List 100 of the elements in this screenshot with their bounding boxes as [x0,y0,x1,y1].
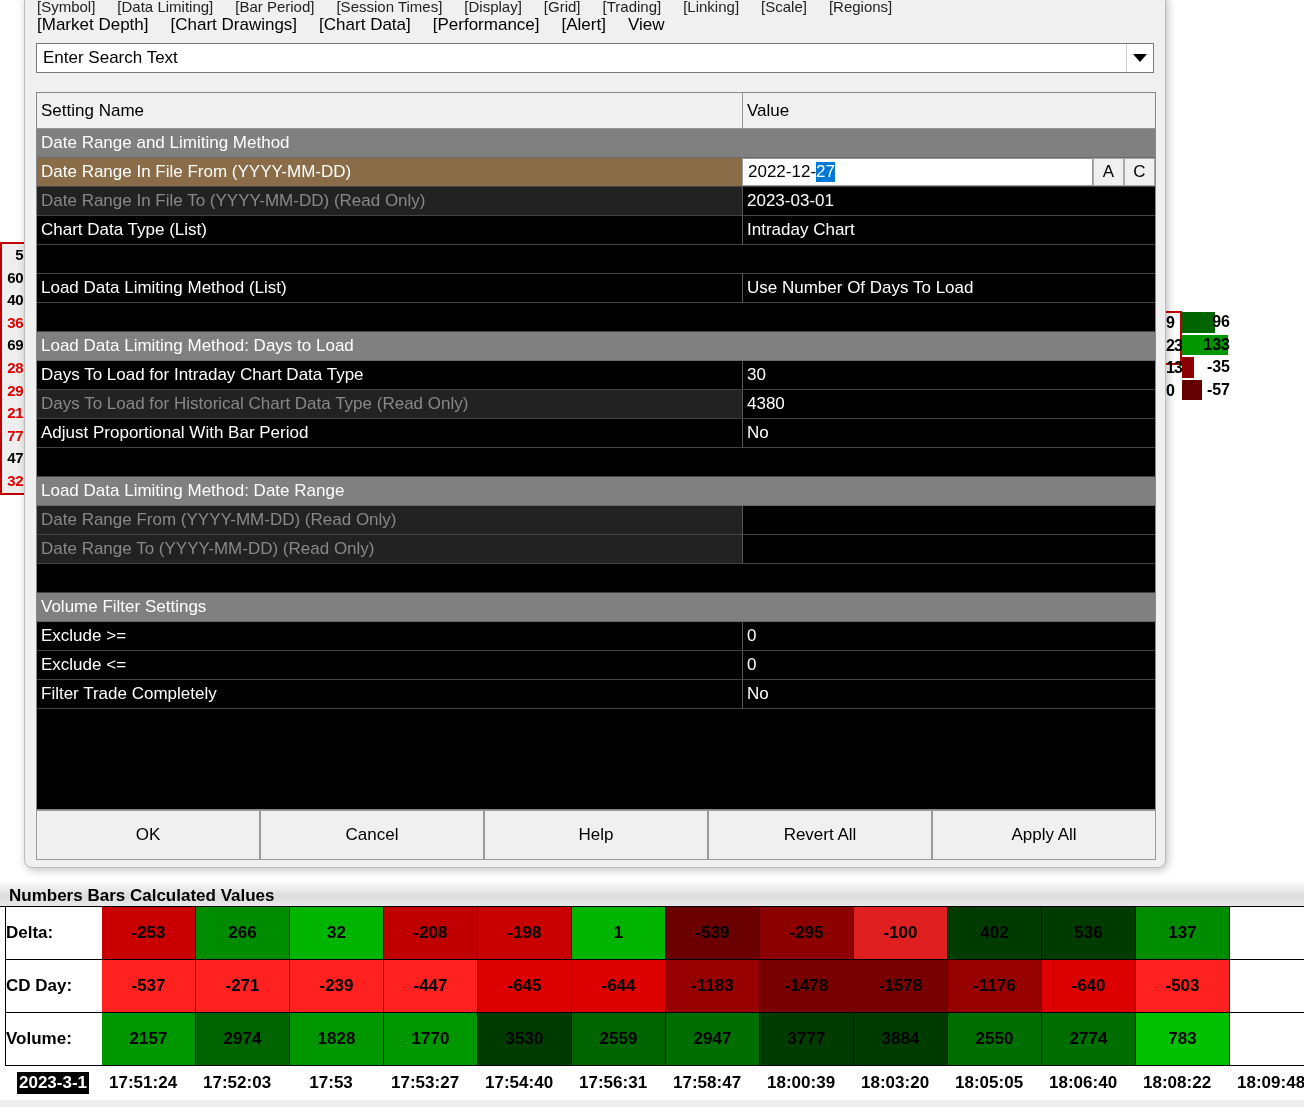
scale-number: 40 [7,290,24,311]
menu-tab[interactable]: [Scale] [761,0,807,15]
value-cell: -1176 [948,960,1042,1012]
scale-number: 47 [7,448,24,469]
time-label: 18:05:05 [954,1073,1025,1093]
value-cell: 3884 [854,1013,948,1065]
scale-number: 36 [7,312,24,333]
time-label: 18:00:39 [766,1073,837,1093]
panel-title: Numbers Bars Calculated Values [0,880,1304,907]
value-cell: 2550 [948,1013,1042,1065]
setting-value: 2023-03-01 [742,187,1155,215]
value-input[interactable]: 2022-12-27 [742,158,1093,186]
value-cell: -1478 [760,960,854,1012]
setting-name: Exclude >= [40,625,128,647]
value-cell: 536 [1042,907,1136,959]
menu-tab[interactable]: [Chart Drawings] [170,15,298,35]
dialog-button[interactable]: OK [36,810,260,860]
dialog-button[interactable]: Help [484,810,708,860]
value-cell: -208 [384,907,478,959]
setting-row[interactable]: Exclude <= 0 [37,651,1155,680]
value-cell: 3777 [760,1013,854,1065]
scale-number: 29 [7,380,24,401]
scale-number: 5 [15,245,24,265]
setting-value: 30 [742,361,1155,389]
dialog-button[interactable]: Cancel [260,810,484,860]
menu-tab[interactable]: [Session Times] [336,0,443,15]
value-cell: 783 [1136,1013,1230,1065]
row-label: Delta: [6,922,55,944]
setting-value: Intraday Chart [742,216,1155,244]
setting-row[interactable]: Date Range In File To (YYYY-MM-DD) (Read Only) 2023-03-01 [37,187,1155,216]
row-label: Volume: [6,1028,73,1050]
value-cell: 2974 [196,1013,290,1065]
value-cell: -100 [854,907,948,959]
menu-tab[interactable]: [Regions] [828,0,893,15]
time-label: 17:53:27 [390,1073,461,1093]
setting-row[interactable]: Exclude >= 0 [37,622,1155,651]
menu-tab[interactable]: [Performance] [432,15,540,35]
menu-tab[interactable]: [Market Depth] [37,15,149,35]
column-header[interactable]: Setting Name [37,93,742,128]
menu-tab[interactable]: [Grid] [543,0,581,15]
dropdown-icon[interactable] [1133,54,1147,62]
time-label: 17:54:40 [484,1073,555,1093]
setting-value: No [742,419,1155,447]
editor-button[interactable]: A [1093,158,1124,186]
time-label: 18:03:20 [860,1073,931,1093]
setting-value: Use Number Of Days To Load [742,274,1155,302]
menu-tab[interactable]: [Symbol] [37,0,96,15]
menu-tab[interactable]: [Display] [464,0,522,15]
setting-row[interactable]: Date Range To (YYYY-MM-DD) (Read Only) [37,535,1155,564]
setting-value: 0 [742,622,1155,650]
scale-number: 0 [1166,380,1176,401]
value-cell: -271 [196,960,290,1012]
time-label: 17:58:47 [672,1073,743,1093]
value-cell: 137 [1136,907,1230,959]
time-label: 17:51:24 [108,1073,179,1093]
menu-tab[interactable]: [Alert] [561,15,606,35]
value-cell: -1578 [854,960,948,1012]
value-cell: 2559 [572,1013,666,1065]
value-cell: -1183 [666,960,760,1012]
setting-row[interactable]: Date Range From (YYYY-MM-DD) (Read Only) [37,506,1155,535]
value-cell: -239 [290,960,384,1012]
scale-number: 77 [7,425,24,446]
dialog-button[interactable]: Revert All [708,810,932,860]
value-cell: -539 [666,907,760,959]
scale-number: 60 [7,267,24,288]
section-header[interactable]: Volume Filter Settings [37,593,207,621]
bar-value: -35 [1206,357,1230,377]
menu-tab[interactable]: [Chart Data] [319,15,411,35]
time-label: 18:09:48 [1236,1073,1304,1093]
setting-row[interactable]: Filter Trade Completely No [37,680,1155,709]
menu-tab[interactable]: View [627,15,665,35]
value-cell: 2774 [1042,1013,1136,1065]
menu-tab[interactable]: [Bar Period] [235,0,315,15]
value-cell: -295 [760,907,854,959]
column-header[interactable]: Value [742,93,1155,128]
value-cell: 1828 [290,1013,384,1065]
menu-tab[interactable]: [Trading] [602,0,662,15]
value-cell: 2157 [102,1013,196,1065]
value-cell: -198 [478,907,572,959]
setting-name: Date Range To (YYYY-MM-DD) (Read Only) [40,538,376,560]
setting-value: 4380 [742,390,1155,418]
value-cell: 1 [572,907,666,959]
menu-tab[interactable]: [Data Limiting] [117,0,214,15]
value-cell: 1770 [384,1013,478,1065]
setting-row[interactable]: Date Range In File From (YYYY-MM-DD) 2022-12-27 A C [37,158,1155,187]
setting-row[interactable]: Adjust Proportional With Bar Period No [37,419,1155,448]
value-cell: 32 [290,907,384,959]
editor-button[interactable]: C [1124,158,1155,186]
dialog-button[interactable]: Apply All [932,810,1156,860]
date-label: 2023-3-1 [17,1072,90,1094]
setting-name: Load Data Limiting Method (List) [40,277,288,299]
value-cell: 402 [948,907,1042,959]
menu-tab[interactable]: [Linking] [683,0,740,15]
setting-name: Date Range From (YYYY-MM-DD) (Read Only) [40,509,398,531]
setting-name: Adjust Proportional With Bar Period [40,422,310,444]
scale-number: 32 [7,470,24,491]
scale-number: 9 [1166,313,1176,333]
setting-row[interactable]: Load Data Limiting Method (List) Use Number Of Days To Load [37,274,1155,303]
setting-row[interactable]: Days To Load for Historical Chart Data Type (Read Only) 4380 [37,390,1155,419]
setting-row[interactable]: Chart Data Type (List) Intraday Chart [37,216,1155,245]
